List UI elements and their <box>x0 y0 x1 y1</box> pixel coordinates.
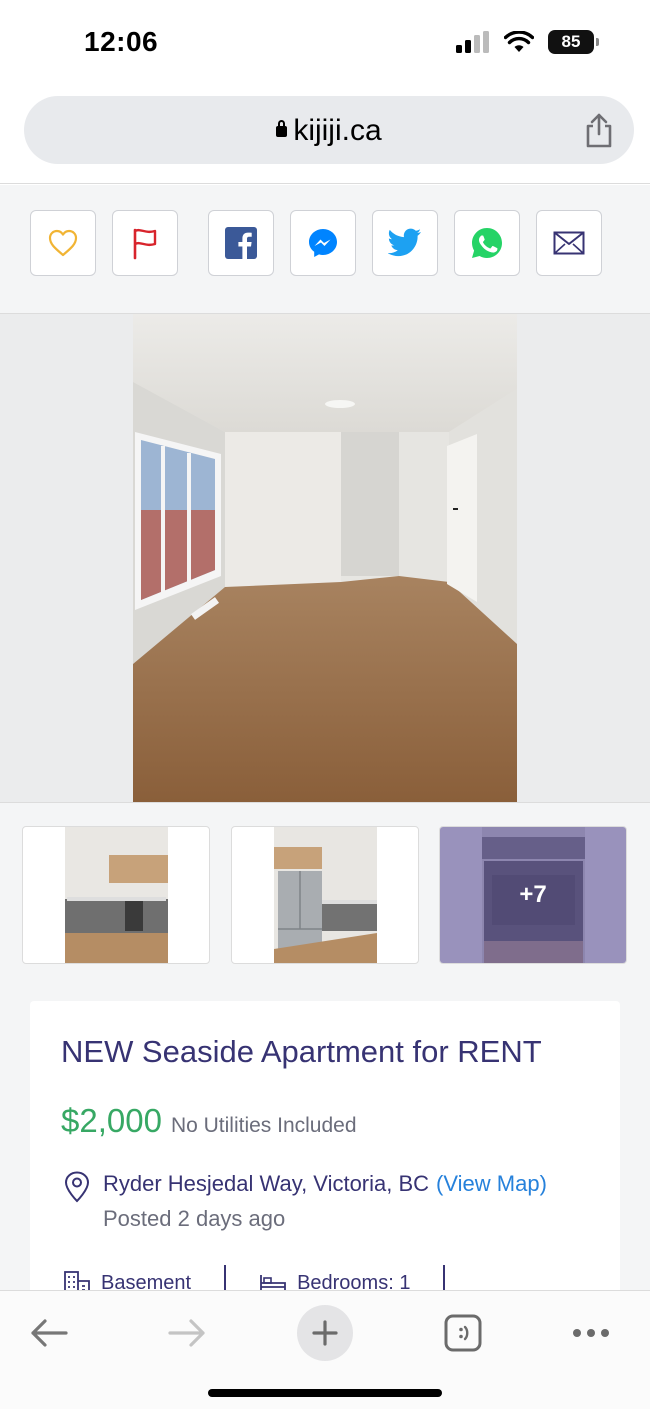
facebook-icon <box>225 227 257 259</box>
forward-button[interactable] <box>164 1303 210 1363</box>
thumbnail-1[interactable] <box>22 826 210 964</box>
view-map-link[interactable]: (View Map) <box>436 1171 547 1196</box>
attribute-divider <box>224 1265 227 1290</box>
new-tab-button[interactable] <box>297 1305 353 1361</box>
whatsapp-icon <box>472 228 502 258</box>
thumbnail-more[interactable]: +7 <box>439 826 627 964</box>
bed-icon <box>260 1275 286 1290</box>
url-text: kijiji.ca <box>293 114 382 147</box>
share-icon[interactable] <box>582 112 616 148</box>
arrow-left-icon <box>31 1319 68 1347</box>
messenger-icon <box>309 229 337 257</box>
lock-icon <box>276 120 288 137</box>
more-photos-count: +7 <box>519 881 547 908</box>
listing-address: Ryder Hesjedal Way, Victoria, BC <box>103 1171 430 1196</box>
share-messenger-button[interactable] <box>290 210 356 276</box>
price-row: $2,000 No Utilities Included <box>61 1102 357 1140</box>
utilities-note: No Utilities Included <box>170 1114 357 1137</box>
attribute-divider <box>443 1265 446 1290</box>
share-whatsapp-button[interactable] <box>454 210 520 276</box>
share-facebook-button[interactable] <box>208 210 274 276</box>
share-twitter-button[interactable] <box>372 210 438 276</box>
location-row: Ryder Hesjedal Way, Victoria, BC (View Ma… <box>63 1171 547 1203</box>
listing-attributes: Basement Bedrooms: 1 <box>63 1263 478 1290</box>
plus-icon <box>312 1320 338 1346</box>
home-indicator[interactable] <box>208 1389 442 1397</box>
listing-details-card: NEW Seaside Apartment for RENT $2,000 No… <box>30 1001 620 1290</box>
status-icons: 85 <box>456 30 599 54</box>
listing-thumbnail-kitchen <box>65 827 168 963</box>
url-display[interactable]: kijiji.ca <box>24 114 634 148</box>
more-dots-icon <box>573 1329 609 1337</box>
browser-toolbar <box>0 1290 650 1409</box>
listing-thumbnail-fridge <box>274 827 377 963</box>
battery-indicator: 85 <box>548 30 599 54</box>
listing-photo-main[interactable] <box>133 314 517 802</box>
address-bar[interactable]: kijiji.ca <box>24 96 634 164</box>
wifi-icon <box>504 31 534 52</box>
gallery-main[interactable] <box>0 313 650 803</box>
building-icon <box>64 1271 90 1290</box>
location-pin-icon <box>64 1171 90 1203</box>
unit-type-label: Basement <box>101 1271 192 1291</box>
tabs-button[interactable] <box>443 1303 483 1363</box>
browser-address-area: kijiji.ca <box>0 88 650 184</box>
listing-page: +7 NEW Seaside Apartment for RENT $2,000… <box>0 185 650 1290</box>
status-time: 12:06 <box>84 26 159 57</box>
favourite-button[interactable] <box>30 210 96 276</box>
report-button[interactable] <box>112 210 178 276</box>
share-email-button[interactable] <box>536 210 602 276</box>
arrow-right-icon <box>168 1319 205 1347</box>
twitter-icon <box>388 228 421 257</box>
attribute-unit-type: Basement <box>63 1269 191 1290</box>
flag-icon <box>133 228 157 260</box>
posted-date: Posted 2 days ago <box>103 1206 286 1231</box>
bedrooms-label: Bedrooms: 1 <box>297 1271 411 1291</box>
more-menu-button[interactable] <box>570 1303 612 1363</box>
status-bar: 12:06 85 <box>0 0 650 88</box>
listing-title: NEW Seaside Apartment for RENT <box>61 1034 542 1069</box>
heart-icon <box>48 229 78 257</box>
back-button[interactable] <box>26 1303 72 1363</box>
attribute-bedrooms: Bedrooms: 1 <box>259 1271 410 1290</box>
cellular-signal-icon <box>456 31 489 53</box>
listing-price: $2,000 <box>61 1102 162 1139</box>
mail-icon <box>553 231 585 255</box>
thumbnail-2[interactable] <box>231 826 419 964</box>
tabs-icon <box>444 1314 482 1352</box>
